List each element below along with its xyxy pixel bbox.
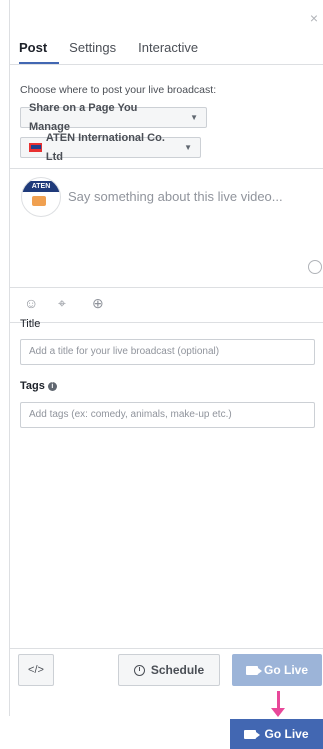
schedule-button[interactable]: Schedule <box>118 654 220 686</box>
footer-divider <box>10 648 323 649</box>
page-logo-icon <box>29 143 42 152</box>
clock-icon <box>133 664 145 676</box>
actions-divider <box>10 322 323 323</box>
go-live-button-disabled[interactable]: Go Live <box>232 654 322 686</box>
title-input[interactable]: Add a title for your live broadcast (opt… <box>20 339 315 365</box>
tags-label: Tags i <box>20 380 57 392</box>
live-broadcast-panel: × Post Settings Interactive Choose where… <box>9 0 323 716</box>
tab-bar: Post Settings Interactive <box>19 40 198 62</box>
destination-label: Choose where to post your live broadcast… <box>20 84 217 96</box>
location-icon[interactable]: ⌖ <box>58 296 72 310</box>
info-icon[interactable]: i <box>47 382 57 391</box>
title-label: Title <box>20 318 41 330</box>
page-dropdown[interactable]: ATEN International Co. Ltd ▼ <box>20 132 201 163</box>
go-live-label: Go Live <box>264 727 309 741</box>
target-icon[interactable]: ⊕ <box>92 296 106 310</box>
avatar-image <box>32 196 46 206</box>
embed-button[interactable]: </> <box>18 654 54 686</box>
chevron-down-icon: ▼ <box>184 143 192 152</box>
tags-label-text: Tags <box>20 380 45 392</box>
go-live-disabled-label: Go Live <box>263 663 308 677</box>
avatar-logo-text: ATEN <box>22 181 60 192</box>
go-live-button[interactable]: Go Live <box>230 719 323 749</box>
tags-input[interactable]: Add tags (ex: comedy, animals, make-up e… <box>20 402 315 428</box>
chevron-down-icon: ▼ <box>190 113 198 122</box>
video-camera-icon <box>244 729 261 739</box>
emoji-icon[interactable] <box>308 260 322 274</box>
arrow-down-icon <box>271 691 285 717</box>
feeling-icon[interactable]: ☺ <box>24 296 38 310</box>
composer-actions: ☺ ⌖ ⊕ <box>24 296 106 310</box>
avatar: ATEN <box>21 177 61 217</box>
tab-post[interactable]: Post <box>19 40 47 62</box>
video-camera-icon <box>245 665 262 675</box>
close-icon[interactable]: × <box>310 10 318 26</box>
tab-interactive[interactable]: Interactive <box>138 40 198 62</box>
composer-input[interactable]: Say something about this live video... <box>68 189 283 204</box>
page-value: ATEN International Co. Ltd <box>45 131 165 163</box>
tab-settings[interactable]: Settings <box>69 40 116 62</box>
tab-divider <box>10 64 323 65</box>
schedule-label: Schedule <box>150 663 205 677</box>
destination-dropdown[interactable]: Share on a Page You Manage ▼ <box>20 102 207 133</box>
composer-bottom-divider <box>10 287 323 288</box>
composer-divider <box>10 168 323 169</box>
